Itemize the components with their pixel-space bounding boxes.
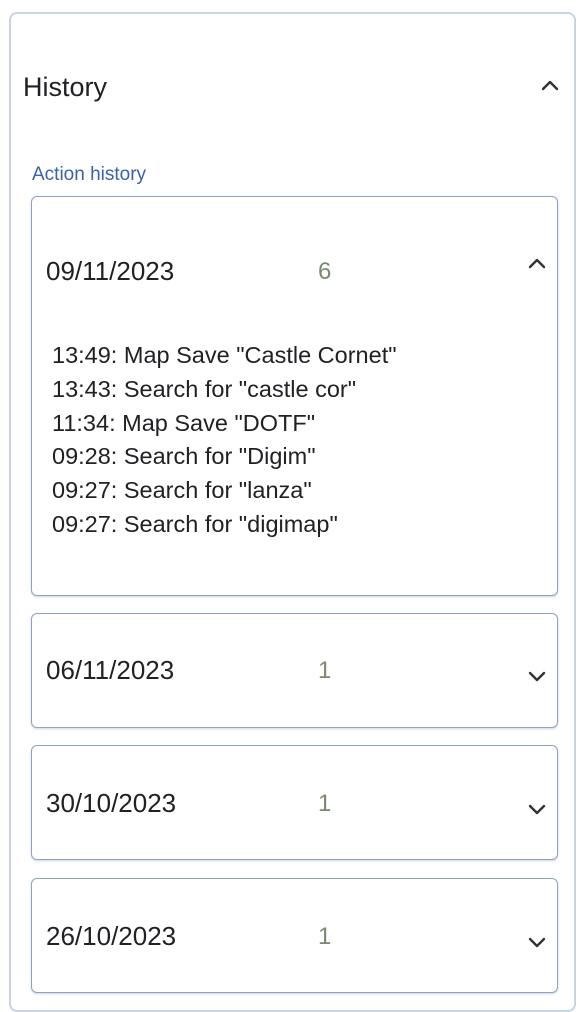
history-panel-header[interactable]: History bbox=[11, 14, 574, 164]
history-day-header[interactable]: 09/11/2023 6 bbox=[32, 197, 557, 307]
history-entry: 09:27: Search for "lanza" bbox=[52, 477, 312, 504]
history-day-date: 30/10/2023 bbox=[46, 788, 177, 818]
history-day-count: 6 bbox=[318, 258, 332, 285]
action-history-label: Action history bbox=[32, 164, 147, 185]
chevron-up-icon[interactable] bbox=[525, 252, 549, 276]
history-day-header[interactable]: 06/11/2023 1 bbox=[32, 614, 557, 724]
history-day-count: 1 bbox=[318, 923, 332, 950]
history-entry: 09:27: Search for "digimap" bbox=[52, 510, 338, 537]
history-day-date: 06/11/2023 bbox=[46, 655, 175, 685]
history-day-header[interactable]: 30/10/2023 1 bbox=[32, 746, 557, 856]
history-entry: 09:28: Search for "Digim" bbox=[52, 443, 316, 470]
history-entry: 13:49: Map Save "Castle Cornet" bbox=[52, 342, 397, 368]
chevron-up-icon[interactable] bbox=[538, 74, 562, 98]
chevron-down-icon[interactable] bbox=[525, 664, 549, 688]
history-day-card[interactable]: 06/11/2023 1 bbox=[31, 613, 558, 728]
history-entry: 11:34: Map Save "DOTF" bbox=[52, 409, 316, 436]
history-panel: History Action history 09/11/2023 6 13:4… bbox=[9, 12, 576, 1012]
history-title: History bbox=[23, 72, 108, 102]
history-day-card: 09/11/2023 6 13:49: Map Save "Castle Cor… bbox=[31, 196, 558, 596]
history-day-count: 1 bbox=[318, 790, 332, 817]
history-day-header[interactable]: 26/10/2023 1 bbox=[32, 879, 557, 989]
chevron-down-icon[interactable] bbox=[525, 930, 549, 954]
history-entry-list: 13:49: Map Save "Castle Cornet" 13:43: S… bbox=[52, 339, 397, 542]
history-day-card[interactable]: 26/10/2023 1 bbox=[31, 878, 558, 993]
history-day-count: 1 bbox=[318, 657, 332, 684]
history-day-card[interactable]: 30/10/2023 1 bbox=[31, 745, 558, 860]
history-day-date: 09/11/2023 bbox=[46, 256, 175, 286]
history-day-date: 26/10/2023 bbox=[46, 921, 177, 951]
chevron-down-icon[interactable] bbox=[525, 797, 549, 821]
history-entry: 13:43: Search for "castle cor" bbox=[52, 375, 357, 402]
